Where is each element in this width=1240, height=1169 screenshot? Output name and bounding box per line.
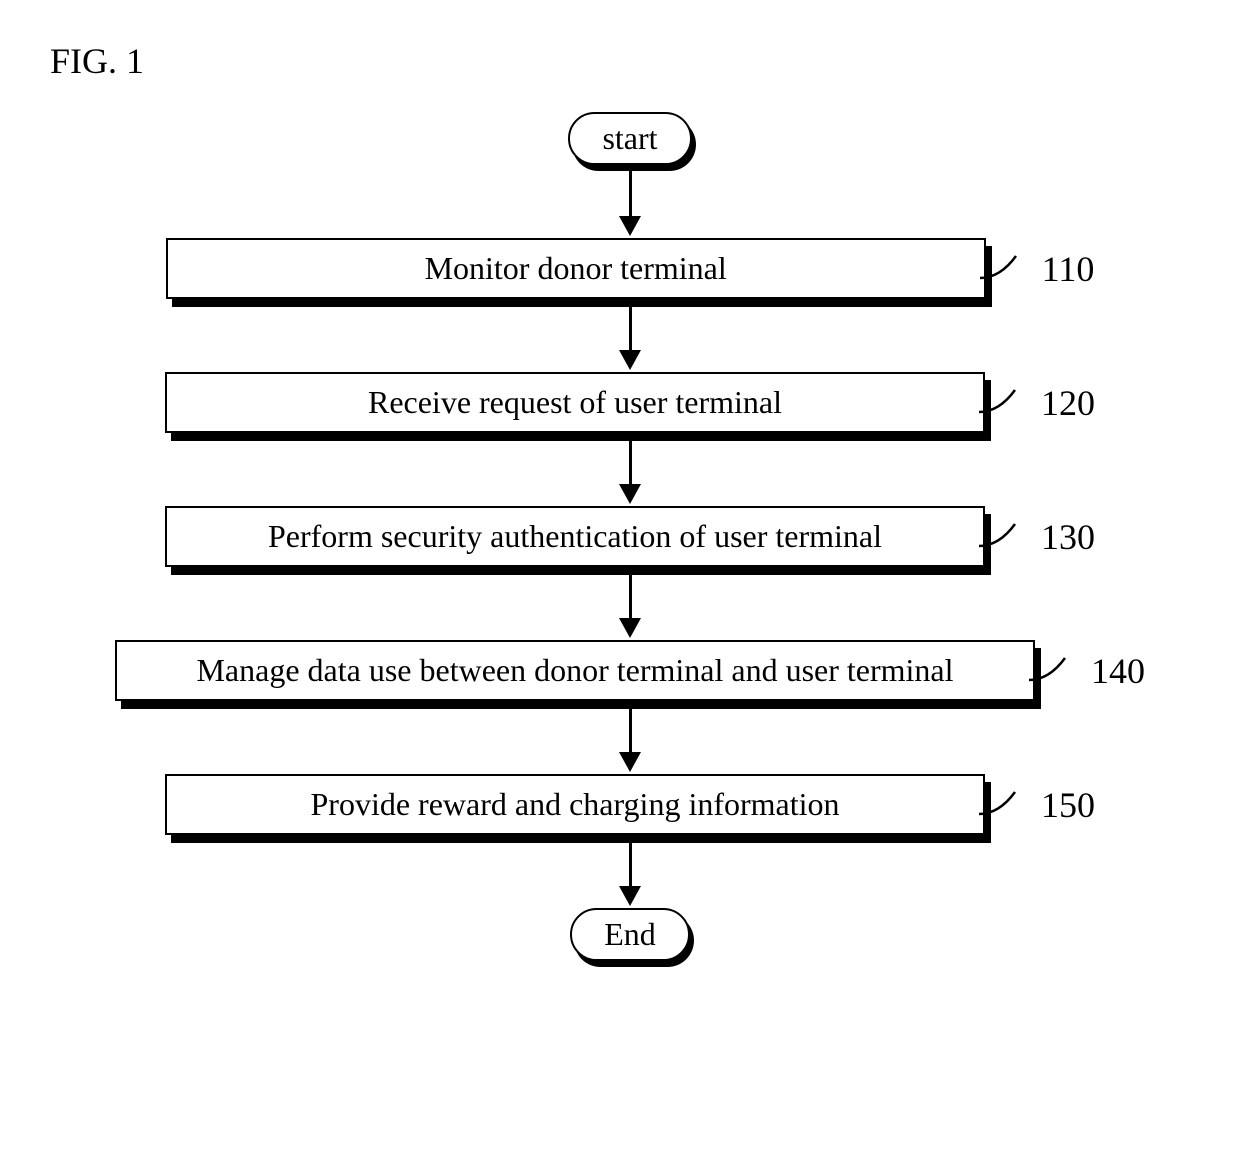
leader-line	[985, 522, 1035, 552]
step-number: 120	[1041, 382, 1095, 424]
process-box: Perform security authentication of user …	[165, 506, 985, 567]
arrow	[619, 301, 641, 370]
process-text: Perform security authentication of user …	[165, 506, 985, 567]
arrow	[619, 569, 641, 638]
end-terminator: End	[570, 908, 690, 961]
process-box: Provide reward and charging information	[165, 774, 985, 835]
step-row: Provide reward and charging information …	[165, 774, 1095, 835]
process-text: Receive request of user terminal	[165, 372, 985, 433]
step-number: 110	[1042, 248, 1095, 290]
step-row: Perform security authentication of user …	[165, 506, 1095, 567]
start-label: start	[568, 112, 691, 165]
process-box: Monitor donor terminal	[166, 238, 986, 299]
process-text: Manage data use between donor terminal a…	[115, 640, 1035, 701]
step-row: Monitor donor terminal 110	[166, 238, 1095, 299]
figure-label: FIG. 1	[50, 40, 1200, 82]
arrow	[619, 837, 641, 906]
end-label: End	[570, 908, 690, 961]
flowchart-container: start Monitor donor terminal 110 Receive…	[40, 112, 1200, 961]
process-text: Monitor donor terminal	[166, 238, 986, 299]
leader-line	[1035, 656, 1085, 686]
arrow	[619, 167, 641, 236]
process-box: Receive request of user terminal	[165, 372, 985, 433]
step-number: 130	[1041, 516, 1095, 558]
start-terminator: start	[568, 112, 691, 165]
step-number: 140	[1091, 650, 1145, 692]
leader-line	[986, 254, 1036, 284]
step-row: Manage data use between donor terminal a…	[115, 640, 1145, 701]
leader-line	[985, 790, 1035, 820]
step-row: Receive request of user terminal 120	[165, 372, 1095, 433]
process-box: Manage data use between donor terminal a…	[115, 640, 1035, 701]
step-number: 150	[1041, 784, 1095, 826]
arrow	[619, 435, 641, 504]
leader-line	[985, 388, 1035, 418]
process-text: Provide reward and charging information	[165, 774, 985, 835]
arrow	[619, 703, 641, 772]
